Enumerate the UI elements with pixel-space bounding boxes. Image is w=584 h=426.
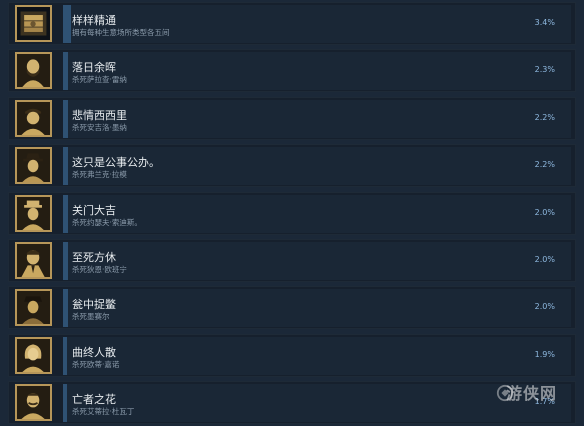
man-in-suit-portrait-icon — [15, 242, 52, 279]
achievement-title: 样样精通 — [72, 14, 116, 27]
achievement-description: 杀死弗兰克·拉模 — [72, 170, 127, 180]
achievement-title: 瓮中捉鳖 — [72, 298, 116, 312]
achievement-description: 拥有每种生意场所类型各五间 — [72, 28, 170, 37]
achievement-title: 亡者之花 — [72, 393, 116, 407]
achievement-row[interactable]: 瓮中捉鳖 杀死墨赛尔 2.0% — [8, 286, 576, 330]
money-stack-icon — [15, 5, 52, 42]
unlock-percentage: 2.0% — [534, 207, 555, 217]
progress-bar-fill — [63, 5, 71, 43]
progress-bar — [63, 52, 571, 91]
man-in-fedora-portrait-icon — [15, 147, 52, 185]
achievement-row[interactable]: 至死方休 杀死狄恩·欧班宁 2.0% — [8, 239, 576, 282]
unlock-percentage: 3.4% — [534, 18, 555, 27]
unlock-percentage: 1.9% — [534, 349, 555, 359]
progress-bar — [63, 384, 571, 423]
unlock-percentage: 2.2% — [534, 160, 555, 170]
progress-bar — [63, 289, 571, 328]
achievement-title: 曲终人散 — [72, 345, 116, 359]
man-in-dark-hat-portrait-icon — [15, 289, 52, 327]
progress-bar — [63, 336, 571, 375]
achievement-title: 至死方休 — [72, 251, 116, 264]
achievement-row[interactable]: 悲情西西里 杀死安吉洛·墨纳 2.2% — [8, 96, 576, 140]
progress-bar-fill — [63, 52, 69, 91]
progress-bar-fill — [63, 147, 69, 186]
achievement-title: 关门大吉 — [72, 203, 116, 217]
achievement-title: 这只是公事公办。 — [72, 156, 160, 170]
progress-bar — [63, 99, 571, 138]
achievement-description: 杀死欧蒂·嘉诺 — [72, 359, 120, 369]
progress-bar-fill — [63, 336, 68, 375]
achievement-description: 杀死约瑟夫·索迪斯。 — [72, 217, 142, 227]
progress-bar-fill — [63, 194, 68, 233]
progress-bar-fill — [63, 242, 68, 280]
man-in-cap-portrait-icon — [15, 99, 52, 137]
achievement-title: 落日余晖 — [72, 61, 116, 75]
achievement-description: 杀死萨拉查·雷纳 — [72, 75, 127, 85]
unlock-percentage: 2.3% — [534, 65, 555, 75]
woman-portrait-icon — [15, 336, 52, 374]
unlock-percentage: 2.2% — [534, 112, 555, 122]
progress-bar-fill — [63, 99, 69, 138]
achievement-description: 杀死墨赛尔 — [72, 312, 110, 322]
achievement-description: 杀死狄恩·欧班宁 — [72, 265, 127, 274]
achievement-row[interactable]: 亡者之花 杀死艾蒂拉·杜瓦丁 1.7% — [8, 381, 576, 425]
achievement-description: 杀死安吉洛·墨纳 — [72, 122, 127, 132]
progress-bar-fill — [63, 384, 67, 423]
man-with-mustache-portrait-icon — [15, 384, 52, 422]
man-in-hat-portrait-icon — [15, 194, 52, 232]
achievement-row[interactable]: 曲终人散 杀死欧蒂·嘉诺 1.9% — [8, 333, 576, 377]
achievement-row[interactable]: 样样精通 拥有每种生意场所类型各五间 3.4% — [8, 2, 576, 45]
achievement-row[interactable]: 落日余晖 杀死萨拉查·雷纳 2.3% — [8, 49, 576, 93]
progress-bar-fill — [63, 289, 68, 328]
watermark-text: 游侠网 — [506, 384, 558, 403]
progress-bar — [63, 242, 571, 280]
achievement-row[interactable]: 这只是公事公办。 杀死弗兰克·拉模 2.2% — [8, 144, 576, 188]
achievement-row[interactable]: 关门大吉 杀死约瑟夫·索迪斯。 2.0% — [8, 191, 576, 235]
achievement-list: 样样精通 拥有每种生意场所类型各五间 3.4% 落日余晖 杀死萨拉查·雷纳 2.3% 悲情西… — [0, 0, 584, 426]
unlock-percentage: 2.0% — [534, 255, 555, 264]
achievement-description: 杀死艾蒂拉·杜瓦丁 — [72, 407, 135, 417]
bearded-man-portrait-icon — [15, 52, 52, 90]
unlock-percentage: 2.0% — [534, 302, 555, 312]
achievement-title: 悲情西西里 — [72, 108, 127, 122]
